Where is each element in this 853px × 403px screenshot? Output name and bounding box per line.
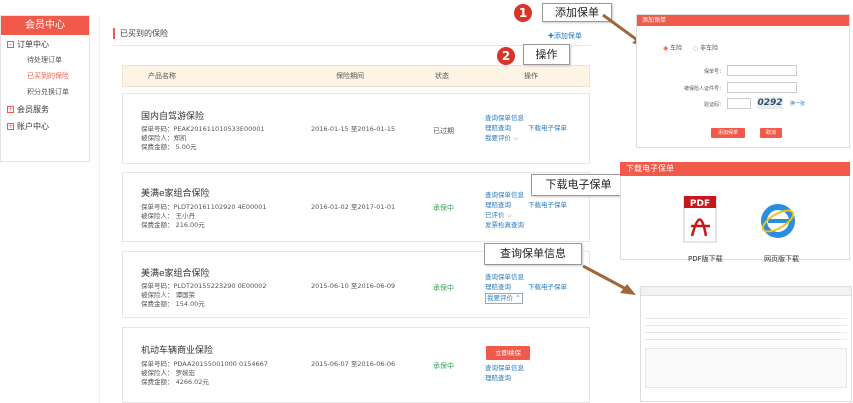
captcha-input[interactable] xyxy=(727,98,751,109)
sidebar-group-label[interactable]: 账户中心 xyxy=(17,121,49,132)
sidebar: 会员中心 − 订单中心 待处理订单 已买到的保险 积分兑换订单 + 会员服务 +… xyxy=(0,15,90,162)
reviewed-link[interactable]: 已评价 ⌵ xyxy=(485,211,512,220)
policy-number: 保单号码：PLDT20155223290 0E00002 xyxy=(141,282,267,290)
claim-query-link[interactable]: 理赔查询 xyxy=(485,283,511,292)
preview-head xyxy=(645,302,847,316)
web-download-label[interactable]: 网页版下载 xyxy=(764,254,799,264)
field-label: 被保险人证件号： xyxy=(683,86,724,92)
policy-number-input[interactable] xyxy=(727,65,797,76)
callout-query: 查询保单信息 xyxy=(484,243,582,265)
preview-row xyxy=(645,332,847,333)
status-badge: 已过期 xyxy=(433,127,454,135)
policy-insured: 被保险人： 罗婉宏 xyxy=(141,369,196,377)
sidebar-group-account[interactable]: + 账户中心 xyxy=(1,117,89,134)
radio-non-vehicle[interactable]: ○ 非车险 xyxy=(693,43,718,52)
download-dialog xyxy=(620,162,850,260)
query-policy-link[interactable]: 查询保单信息 xyxy=(485,114,524,123)
column-header: 保险期间 xyxy=(336,72,364,80)
policy-insured: 被保险人： 谭国荣 xyxy=(141,291,196,299)
preview-table xyxy=(645,348,847,388)
invoice-check-link[interactable]: 发票检真查询 xyxy=(485,221,524,230)
download-policy-link[interactable]: 下载电子保单 xyxy=(528,124,567,133)
sidebar-item-points[interactable]: 积分兑换订单 xyxy=(1,84,89,100)
download-policy-link[interactable]: 下载电子保单 xyxy=(528,201,567,210)
sidebar-group-member[interactable]: + 会员服务 xyxy=(1,100,89,117)
preview-tabbar xyxy=(641,287,851,296)
sidebar-item-purchased[interactable]: 已买到的保险 xyxy=(1,68,89,84)
policy-insured: 被保险人：郑凯 xyxy=(141,134,187,142)
claim-query-link[interactable]: 理赔查询 xyxy=(485,201,511,210)
collapse-icon[interactable]: − xyxy=(7,41,14,48)
query-policy-link[interactable]: 查询保单信息 xyxy=(485,191,524,200)
field-label: 保单号： xyxy=(703,69,724,75)
policy-period: 2015-06-07 至2016-06-06 xyxy=(311,360,396,368)
column-header: 状态 xyxy=(435,72,449,80)
review-link[interactable]: 我要评价 ⌵ xyxy=(485,134,518,143)
claim-query-link[interactable]: 理赔查询 xyxy=(485,374,511,383)
policy-number: 保单号码：PDAA20155001000 0154667 xyxy=(141,360,268,368)
dialog-title: 添加保单 xyxy=(637,15,849,26)
status-badge: 承保中 xyxy=(433,362,454,370)
main-divider xyxy=(99,15,100,403)
ie-icon[interactable] xyxy=(760,200,796,240)
pdf-badge-text: PDF xyxy=(690,199,710,209)
policy-name: 机动车辆商业保险 xyxy=(141,346,214,356)
title-divider xyxy=(113,45,591,46)
policy-amount: 保费金额： 216.00元 xyxy=(141,221,205,229)
sidebar-group-label[interactable]: 订单中心 xyxy=(17,39,49,50)
expand-icon[interactable]: + xyxy=(7,123,14,130)
policy-amount: 保费金额： 4266.02元 xyxy=(141,378,209,386)
cancel-button[interactable]: 取消 xyxy=(760,128,782,138)
sidebar-title: 会员中心 xyxy=(1,16,89,35)
status-badge: 承保中 xyxy=(433,204,454,212)
policy-period: 2015-06-10 至2016-06-09 xyxy=(311,282,396,290)
policy-detail-preview xyxy=(640,286,852,402)
preview-row xyxy=(645,318,847,319)
radio-label: 车险 xyxy=(670,45,683,52)
pdf-icon[interactable]: PDF xyxy=(682,195,720,244)
callout-operations: 操作 xyxy=(523,44,570,65)
download-policy-link[interactable]: 下载电子保单 xyxy=(528,283,567,292)
sidebar-group-label[interactable]: 会员服务 xyxy=(17,104,49,115)
policy-name: 国内自驾游保险 xyxy=(141,112,205,122)
arrow-icon xyxy=(582,264,636,295)
sidebar-item-pending[interactable]: 待处理订单 xyxy=(1,52,89,68)
preview-row xyxy=(645,339,847,340)
id-number-input[interactable] xyxy=(727,82,797,93)
review-link[interactable]: 我要评价 ⌃ xyxy=(485,293,523,304)
query-policy-link[interactable]: 查询保单信息 xyxy=(485,364,524,373)
policy-amount: 保费金额： 5.00元 xyxy=(141,143,197,151)
pdf-download-label[interactable]: PDF版下载 xyxy=(688,254,723,264)
dialog-title: 下载电子保单 xyxy=(620,162,850,176)
step-number: 2 xyxy=(497,47,515,65)
expand-icon[interactable]: + xyxy=(7,106,14,113)
refresh-captcha-link[interactable]: 换一张 xyxy=(790,100,805,107)
policy-period: 2016-01-15 至2016-01-15 xyxy=(311,125,396,133)
policy-insured: 被保险人： 王小丹 xyxy=(141,212,196,220)
policy-name: 美满e家组合保险 xyxy=(141,189,210,199)
policy-number: 保单号码：PLDT20161102920 4E00001 xyxy=(141,203,267,211)
query-policy-link[interactable]: 查询保单信息 xyxy=(485,273,524,282)
claim-query-link[interactable]: 理赔查询 xyxy=(485,124,511,133)
add-policy-link[interactable]: ✚添加保单 xyxy=(548,31,582,41)
radio-label: 非车险 xyxy=(700,45,719,52)
policy-period: 2016-01-02 至2017-01-01 xyxy=(311,203,396,211)
column-header: 操作 xyxy=(524,72,538,80)
field-label: 验证码： xyxy=(703,102,724,108)
page-title: 已买到的保险 xyxy=(113,28,168,39)
column-header: 产品名称 xyxy=(148,72,176,80)
status-badge: 承保中 xyxy=(433,284,454,292)
renew-button[interactable]: 立即续保 xyxy=(486,346,530,360)
policy-number: 保单号码：PEAK201611010533E00001 xyxy=(141,125,265,133)
preview-row xyxy=(645,325,847,326)
captcha-image: 0292 xyxy=(757,97,783,109)
policy-name: 美满e家组合保险 xyxy=(141,269,210,279)
callout-download: 下载电子保单 xyxy=(531,174,626,196)
sidebar-group-orders[interactable]: − 订单中心 xyxy=(1,35,89,52)
submit-button[interactable]: 添加保单 xyxy=(711,128,745,138)
radio-vehicle[interactable]: ◉ 车险 xyxy=(663,43,682,52)
policy-amount: 保费金额： 154.00元 xyxy=(141,300,205,308)
step-number: 1 xyxy=(514,4,532,22)
